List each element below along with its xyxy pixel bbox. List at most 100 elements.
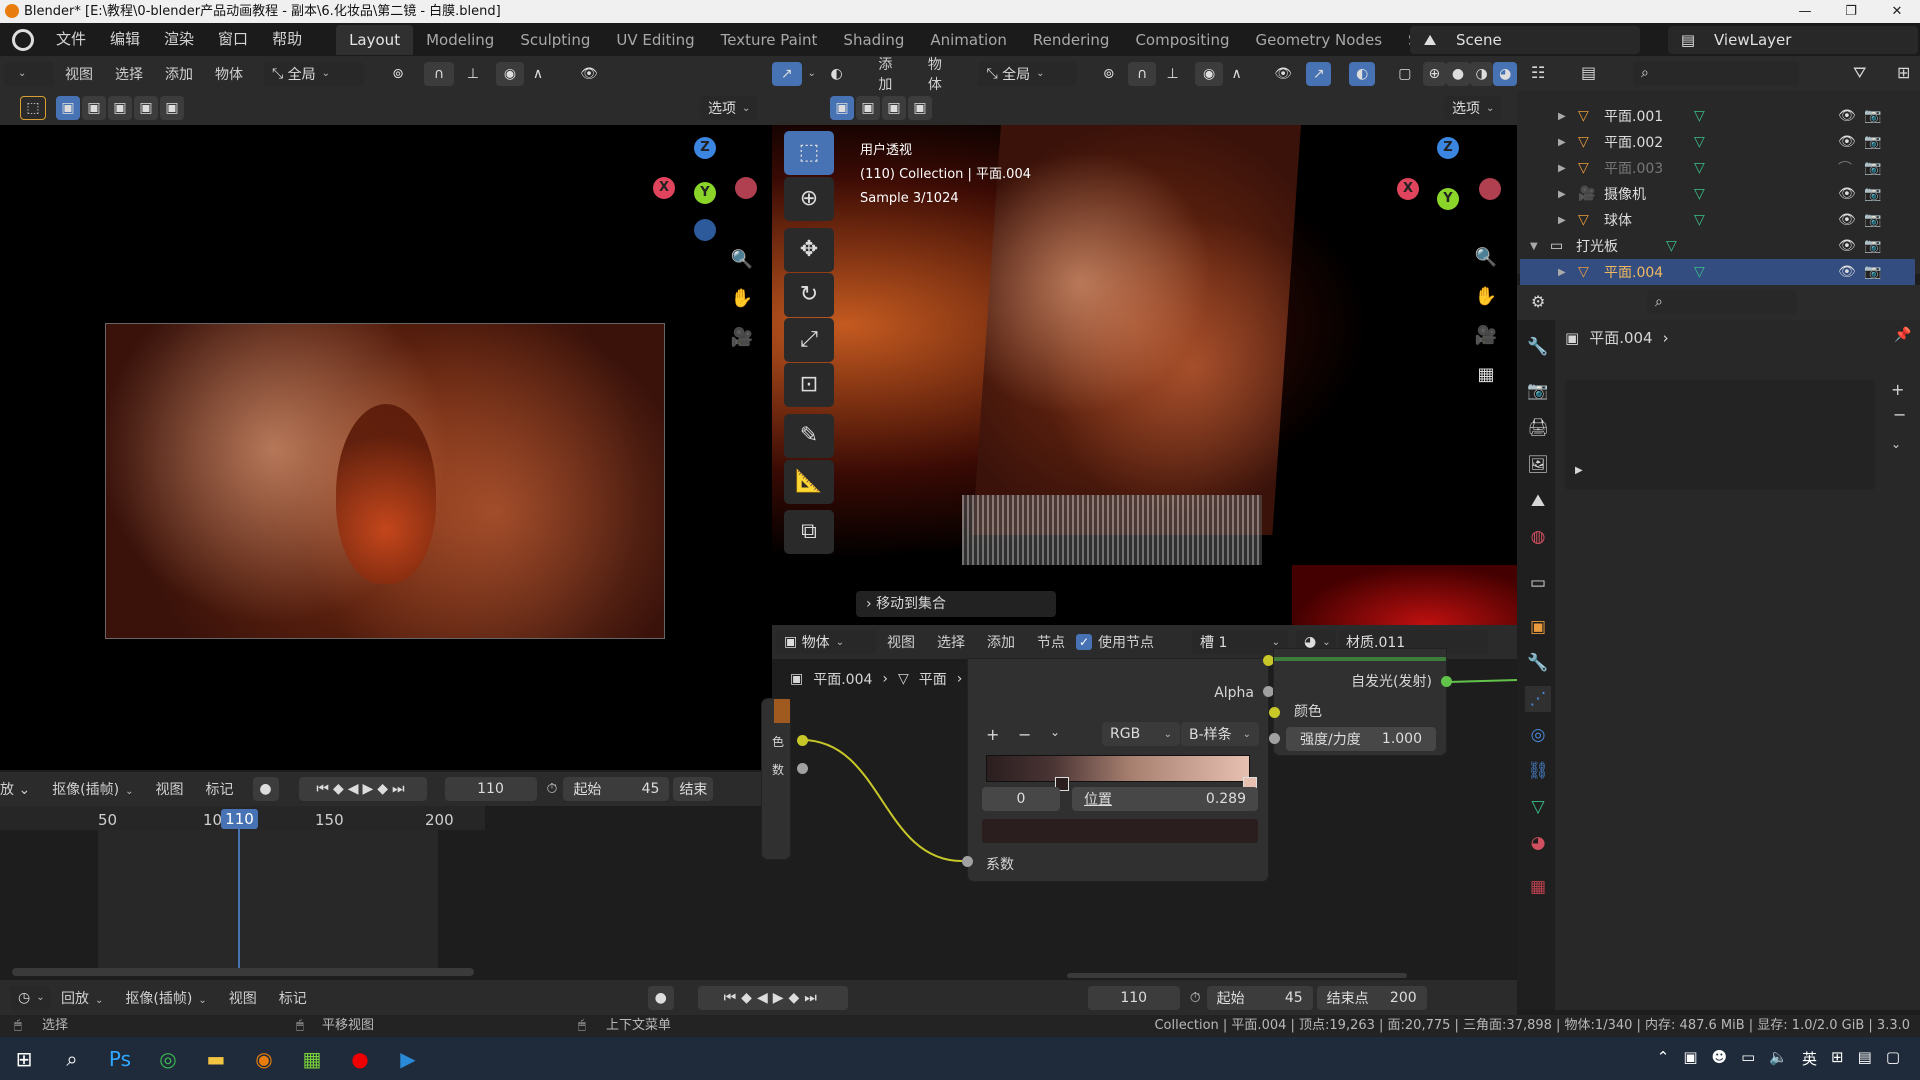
- outliner-row[interactable]: ▶ ▽ 平面.002 ▽ 👁 📷: [1520, 129, 1915, 155]
- tool-add-cube[interactable]: ⧉: [784, 510, 834, 554]
- visibility-eye-icon[interactable]: 👁: [1838, 186, 1856, 202]
- tab-texture-icon[interactable]: ▦: [1525, 874, 1551, 900]
- tab-modeling[interactable]: Modeling: [413, 25, 507, 55]
- tab-constraints-icon[interactable]: ⛓: [1525, 758, 1551, 784]
- alpha-output-socket[interactable]: [1263, 686, 1274, 697]
- playhead-frame-badge[interactable]: 110: [221, 809, 258, 829]
- factor-input-socket[interactable]: [962, 856, 973, 867]
- tool-cursor[interactable]: ⊕: [784, 177, 834, 221]
- right-transform-orientation-dropdown[interactable]: ⤡ 全局 ⌄: [978, 61, 1078, 86]
- bottom-start-frame-field[interactable]: 起始 45: [1206, 985, 1313, 1010]
- browser-icon[interactable]: ◎: [144, 1037, 192, 1080]
- expand-arrow-icon[interactable]: ▶: [1558, 189, 1566, 200]
- tab-texture-paint[interactable]: Texture Paint: [708, 25, 831, 55]
- tool-scale[interactable]: ⤢: [784, 318, 834, 362]
- tab-render-icon[interactable]: 📷: [1525, 378, 1551, 404]
- shading-material-icon[interactable]: ◑: [1469, 61, 1494, 86]
- tab-particles-icon[interactable]: ⋰: [1525, 686, 1551, 712]
- right-visibility-icon[interactable]: 👁: [1268, 62, 1298, 86]
- left-menu-select[interactable]: 选择: [104, 64, 154, 84]
- node-editor-type-dropdown[interactable]: ▣ 物体 ⌄: [776, 630, 876, 654]
- select-mode-subtract-icon[interactable]: ▣: [108, 96, 132, 120]
- tray-notification-icon[interactable]: ▤: [1858, 1048, 1872, 1069]
- right-proportional-edit-icon[interactable]: ◉: [1195, 61, 1223, 86]
- tray-chevron-icon[interactable]: ⌃: [1657, 1048, 1670, 1069]
- right-falloff-icon[interactable]: ∧: [1223, 62, 1251, 86]
- outliner-search-field[interactable]: ⌕: [1633, 61, 1799, 85]
- bottom-stopwatch-icon[interactable]: ⏱: [1190, 990, 1201, 1006]
- render-camera-icon[interactable]: 📷: [1864, 212, 1881, 228]
- playback-dropdown[interactable]: 回放 ⌄: [50, 988, 114, 1008]
- minimize-button[interactable]: —: [1782, 0, 1828, 23]
- right-select-mode-subtract-icon[interactable]: ▣: [882, 96, 906, 120]
- tab-animation[interactable]: Animation: [917, 25, 1019, 55]
- emission-output-socket[interactable]: [1441, 676, 1452, 687]
- visibility-selector-icon[interactable]: 👁: [572, 62, 606, 86]
- tab-output-icon[interactable]: 🖨: [1525, 415, 1551, 441]
- node-editor-canvas[interactable]: ▣ 平面.004 › ▽ 平面 › ◕ 材质.011 色 数 Alpha + −…: [762, 649, 1517, 980]
- expand-arrow-icon[interactable]: ▶: [1558, 111, 1566, 122]
- blender-taskbar-icon[interactable]: ◉: [240, 1037, 288, 1080]
- outliner-row[interactable]: ▼ ▭ 打光板 ▽ 👁 📷: [1520, 233, 1915, 259]
- tab-geometry-nodes[interactable]: Geometry Nodes: [1242, 25, 1395, 55]
- list-expand-icon[interactable]: ▶: [1575, 465, 1583, 476]
- color-ramp-gradient[interactable]: [986, 755, 1250, 782]
- tab-collection-icon[interactable]: ▭: [1525, 570, 1551, 596]
- ramp-specials-chevron-icon[interactable]: ⌄: [1050, 725, 1060, 739]
- bottom-end-frame-field[interactable]: 结束点 200: [1316, 985, 1427, 1010]
- tab-compositing[interactable]: Compositing: [1122, 25, 1242, 55]
- right-gizmo-icon[interactable]: ↗: [1305, 61, 1332, 86]
- right-menu-add[interactable]: 添加: [867, 54, 917, 94]
- tab-object-icon[interactable]: ▣: [1525, 614, 1551, 640]
- outliner-item-name[interactable]: 平面.001: [1604, 106, 1663, 126]
- select-mode-new-icon[interactable]: ▣: [56, 96, 80, 120]
- xray-toggle-icon[interactable]: ▢: [1393, 62, 1417, 86]
- color-ramp-node[interactable]: Alpha + − ⌄ RGB ⌄ B-样条 ⌄ 0 位置 0.289 系数: [968, 659, 1268, 881]
- playback-controls[interactable]: ⏮◆◀▶◆⏭: [298, 777, 427, 801]
- timeline-editor-type-icon[interactable]: ◷ ⌄: [10, 985, 50, 1010]
- tab-scene-icon[interactable]: ⛰: [1525, 488, 1551, 514]
- left-start-frame-field[interactable]: 起始 45: [563, 777, 670, 801]
- tab-physics-icon[interactable]: ◎: [1525, 722, 1551, 748]
- gizmo-toggle-icon[interactable]: ↗: [772, 61, 802, 86]
- media-app-icon[interactable]: ▶: [384, 1037, 432, 1080]
- photoshop-icon[interactable]: Ps: [96, 1037, 144, 1080]
- node-menu-add[interactable]: 添加: [976, 632, 1026, 652]
- visibility-eye-icon[interactable]: ⌒: [1838, 158, 1852, 178]
- left-end-frame-field[interactable]: 结束: [673, 777, 714, 801]
- right-gizmo-neg-x-axis[interactable]: [1479, 178, 1501, 200]
- right-gizmo-z-axis[interactable]: Z: [1437, 137, 1459, 159]
- keying-dropdown[interactable]: 抠像(插帧) ⌄: [114, 988, 217, 1008]
- left-viewport-camera[interactable]: Z Y X 🔍 ✋ 🎥: [0, 125, 772, 770]
- timeline-scrollbar[interactable]: [12, 968, 474, 976]
- outliner-row[interactable]: ▶ ▽ 球体 ▽ 👁 📷: [1520, 207, 1915, 233]
- node-menu-view[interactable]: 视图: [876, 632, 926, 652]
- windows-start-icon[interactable]: ⊞: [0, 1037, 48, 1080]
- bottom-playback-controls[interactable]: ⏮◆◀▶◆⏭: [697, 985, 848, 1010]
- outliner-row[interactable]: ▶ ▽ 平面.004 ▽ 👁 📷: [1520, 259, 1915, 285]
- tool-transform[interactable]: ⊡: [784, 363, 834, 407]
- tray-display-icon[interactable]: ▭: [1741, 1048, 1755, 1069]
- bottom-menu-view[interactable]: 视图: [218, 988, 268, 1008]
- render-camera-icon[interactable]: 📷: [1864, 264, 1881, 280]
- gizmo-y-axis[interactable]: Y: [694, 182, 716, 204]
- left-menu-view[interactable]: 视图: [54, 64, 104, 84]
- select-mode-intersect-icon[interactable]: ▣: [134, 96, 158, 120]
- outliner-row[interactable]: ▶ 🎥 摄像机 ▽ 👁 📷: [1520, 181, 1915, 207]
- tab-view-layer-icon[interactable]: 🖼: [1525, 452, 1551, 478]
- transform-orientation-dropdown[interactable]: ⤡ 全局 ⌄: [264, 61, 364, 86]
- visibility-eye-icon[interactable]: 👁: [1838, 108, 1856, 124]
- visibility-eye-icon[interactable]: 👁: [1838, 238, 1856, 254]
- active-stop-index-field[interactable]: 0: [982, 787, 1060, 811]
- properties-search-field[interactable]: ⌕: [1647, 290, 1797, 314]
- tool-select-box[interactable]: ⬚: [784, 131, 834, 175]
- node-menu-node[interactable]: 节点: [1026, 632, 1076, 652]
- blender-menu-icon[interactable]: [12, 28, 34, 51]
- add-material-slot-button[interactable]: +: [1891, 380, 1904, 399]
- use-nodes-checkbox[interactable]: ✓: [1076, 634, 1092, 650]
- right-gizmo-y-axis[interactable]: Y: [1437, 188, 1459, 210]
- tab-tool-icon[interactable]: 🔧: [1525, 334, 1551, 360]
- keying-set-prefix[interactable]: 放 ⌄: [0, 779, 41, 799]
- properties-editor-icon[interactable]: ⚙: [1531, 292, 1545, 311]
- tray-user-icon[interactable]: ☻: [1712, 1048, 1728, 1069]
